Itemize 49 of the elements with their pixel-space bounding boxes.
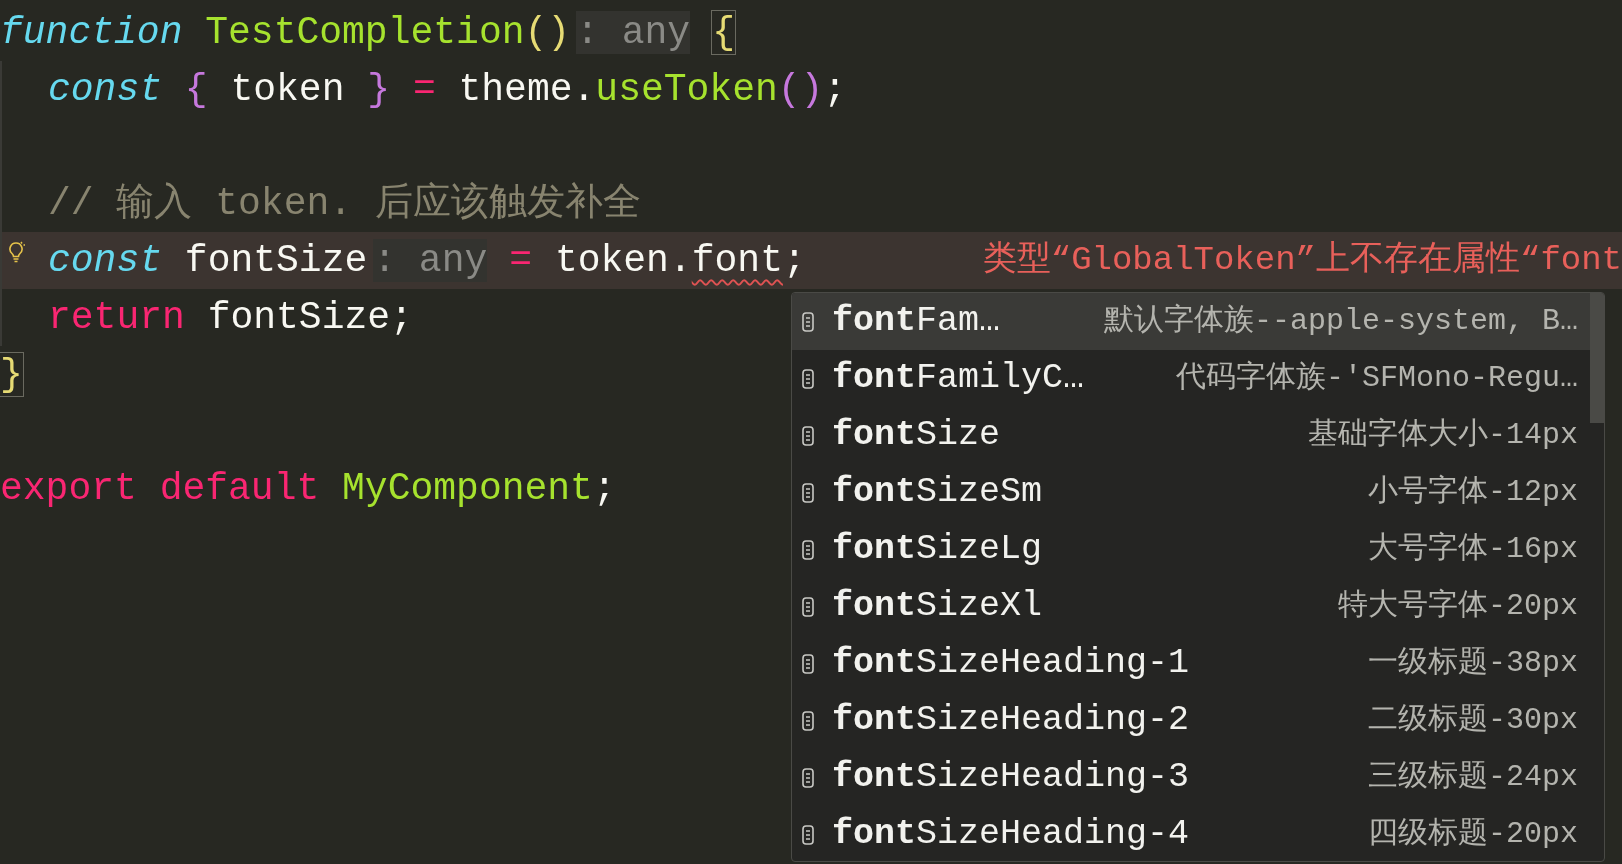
suggestion-label: fontSizeHeading-4	[832, 813, 1190, 857]
code-line: const fontSize: any = token.font;	[48, 238, 806, 284]
suggestion-detail: 三级标题-24px	[1367, 759, 1578, 796]
suggestion-label: fontSizeSm	[832, 471, 1043, 515]
suggestion-label: fontSizeLg	[832, 528, 1043, 572]
code-line: return fontSize;	[48, 295, 413, 341]
symbol-icon	[802, 596, 814, 617]
error-message: 类型“GlobalToken”上不存在属性“font	[982, 240, 1622, 281]
suggestion-detail: 代码字体族-'SFMono-Regu…	[1174, 359, 1578, 397]
suggestion-item[interactable]: fontSize 基础字体大小-14px	[792, 407, 1604, 464]
suggestion-label: fontFam…	[832, 300, 1001, 344]
code-line: const { token } = theme.useToken();	[48, 67, 847, 113]
lightbulb-icon[interactable]	[6, 240, 26, 264]
symbol-icon	[802, 824, 814, 845]
code-line: function TestCompletion(): any {	[0, 10, 735, 56]
suggestion-detail: 一级标题-38px	[1367, 645, 1578, 682]
suggestion-label: fontSizeHeading-1	[832, 642, 1190, 686]
suggestion-label: fontSizeXl	[832, 585, 1043, 629]
suggestion-detail: 基础字体大小-14px	[1307, 416, 1578, 454]
suggestion-item[interactable]: fontSizeHeading-3 三级标题-24px	[792, 749, 1604, 806]
suggestion-detail: 特大号字体-20px	[1337, 587, 1578, 625]
suggestion-item[interactable]: fontSizeHeading-1 一级标题-38px	[792, 635, 1604, 692]
suggestion-item[interactable]: fontSizeLg 大号字体-16px	[792, 521, 1604, 578]
suggestion-label: fontFamilyC…	[832, 357, 1085, 401]
suggestion-detail: 四级标题-20px	[1367, 816, 1578, 853]
symbol-icon	[802, 311, 814, 332]
symbol-icon	[802, 482, 814, 503]
suggestion-item[interactable]: fontSizeHeading-4 四级标题-20px	[792, 806, 1604, 861]
symbol-icon	[802, 653, 814, 674]
symbol-icon	[802, 539, 814, 560]
symbol-icon	[802, 425, 814, 446]
symbol-icon	[802, 710, 814, 731]
suggestion-detail: 默认字体族--apple-system, B…	[1102, 302, 1578, 340]
suggestion-label: fontSizeHeading-3	[832, 756, 1190, 800]
code-line: }	[0, 352, 23, 398]
suggestion-item[interactable]: fontSizeHeading-2 二级标题-30px	[792, 692, 1604, 749]
suggestion-label: fontSizeHeading-2	[832, 699, 1190, 743]
suggestion-label: fontSize	[832, 414, 1001, 458]
code-line: // 输入 token. 后应该触发补全	[48, 181, 641, 227]
suggestion-detail: 小号字体-12px	[1367, 473, 1578, 511]
scrollbar-thumb[interactable]	[1590, 293, 1604, 423]
symbol-icon	[802, 767, 814, 788]
suggestion-item[interactable]: fontSizeXl 特大号字体-20px	[792, 578, 1604, 635]
suggestion-item[interactable]: fontSizeSm 小号字体-12px	[792, 464, 1604, 521]
suggestion-detail: 大号字体-16px	[1367, 530, 1578, 568]
suggestion-detail: 二级标题-30px	[1367, 702, 1578, 739]
symbol-icon	[802, 368, 814, 389]
suggestion-item[interactable]: fontFamilyC… 代码字体族-'SFMono-Regu…	[792, 350, 1604, 407]
code-line: export default MyComponent;	[0, 466, 616, 512]
